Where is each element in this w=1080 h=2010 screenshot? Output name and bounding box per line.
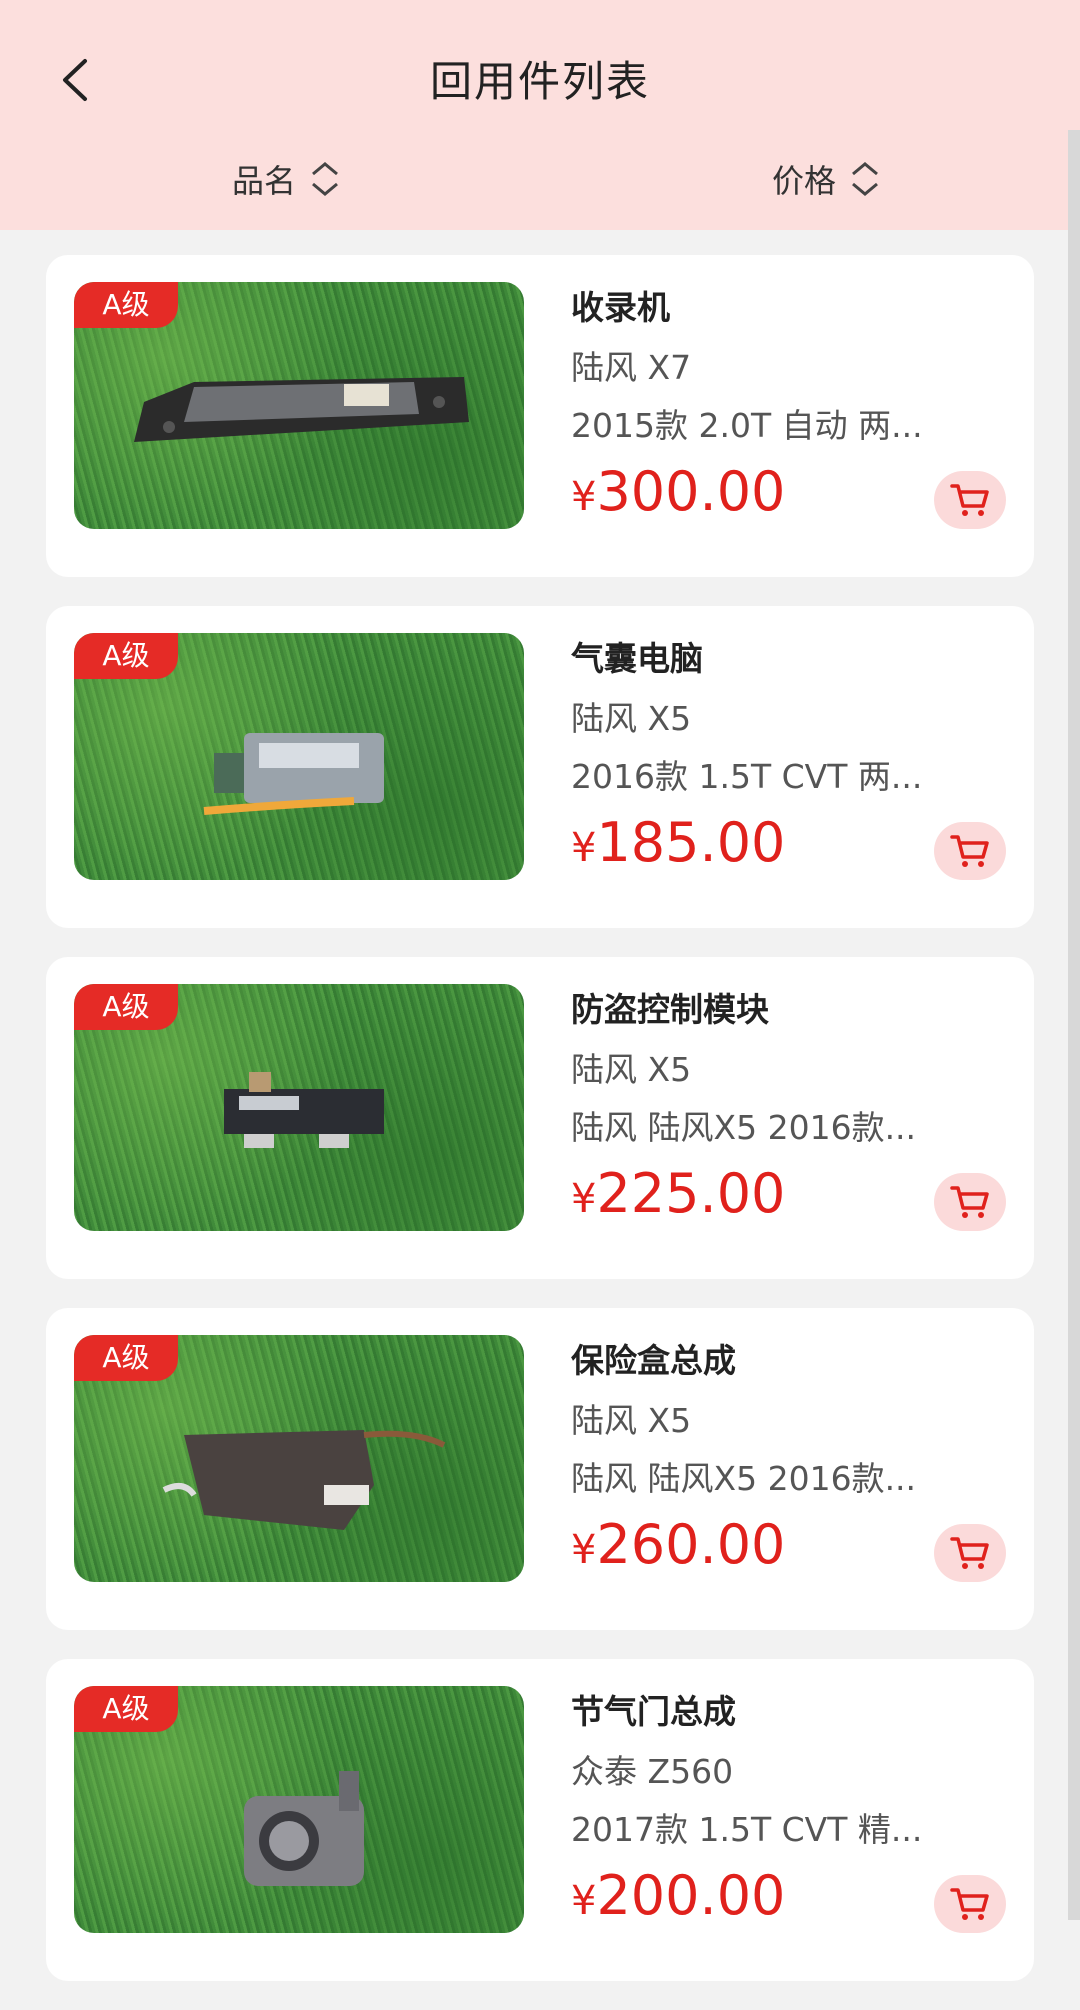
part-info: 防盗控制模块 陆风 X5 陆风 陆风X5 2016款... [571,982,1031,1156]
part-name: 保险盒总成 [571,1341,736,1380]
part-name: 防盗控制模块 [571,990,769,1029]
part-card[interactable]: A级 保险盒总成 陆风 X5 陆风 陆风X5 2016款... ¥260.00 [46,1308,1034,1630]
sort-price-label: 价格 [772,162,837,200]
part-description: 2016款 1.5T CVT 两... [571,757,923,796]
cart-icon [950,1186,989,1218]
part-info: 气囊电脑 陆风 X5 2016款 1.5T CVT 两... [571,631,1031,805]
currency-symbol: ¥ [571,1176,597,1222]
part-model: 陆风 X5 [571,699,692,738]
part-name: 收录机 [571,288,670,327]
grade-badge: A级 [74,1686,178,1732]
part-card[interactable]: A级 节气门总成 众泰 Z560 2017款 1.5T CVT 精... ¥20… [46,1659,1034,1981]
part-description: 2015款 2.0T 自动 两... [571,406,923,445]
part-info: 保险盒总成 陆风 X5 陆风 陆风X5 2016款... [571,1333,1031,1507]
part-thumbnail: A级 [74,984,524,1231]
currency-symbol: ¥ [571,825,597,871]
sort-toggle-icon [310,161,340,197]
part-list: A级 收录机 陆风 X7 2015款 2.0T 自动 两... ¥300.00 … [46,255,1034,2010]
scrollbar[interactable] [1068,130,1080,1920]
part-thumbnail: A级 [74,633,524,880]
currency-symbol: ¥ [571,474,597,520]
part-info: 收录机 陆风 X7 2015款 2.0T 自动 两... [571,280,1031,454]
part-name: 气囊电脑 [571,639,703,678]
part-thumbnail: A级 [74,282,524,529]
part-name: 节气门总成 [571,1692,736,1731]
add-to-cart-button[interactable] [934,822,1006,880]
sort-name-label: 品名 [232,162,297,200]
part-model: 陆风 X5 [571,1401,692,1440]
sort-by-price-button[interactable]: 价格 [772,156,880,202]
sort-bar: 品名 价格 [0,150,1080,230]
part-thumbnail: A级 [74,1686,524,1933]
cart-icon [950,1888,989,1920]
part-model: 陆风 X7 [571,348,692,387]
currency-symbol: ¥ [571,1527,597,1573]
price-value: 260.00 [596,1513,786,1576]
add-to-cart-button[interactable] [934,1524,1006,1582]
part-card[interactable]: A级 收录机 陆风 X7 2015款 2.0T 自动 两... ¥300.00 [46,255,1034,577]
part-description: 陆风 陆风X5 2016款... [571,1108,917,1147]
currency-symbol: ¥ [571,1878,597,1924]
part-price: ¥185.00 [571,811,785,874]
part-price: ¥260.00 [571,1513,785,1576]
grade-badge: A级 [74,1335,178,1381]
page-title: 回用件列表 [429,57,650,106]
part-thumbnail: A级 [74,1335,524,1582]
grade-badge: A级 [74,984,178,1030]
part-price: ¥300.00 [571,460,785,523]
sort-by-name-button[interactable]: 品名 [232,156,340,202]
price-value: 300.00 [596,460,786,523]
add-to-cart-button[interactable] [934,1173,1006,1231]
part-price: ¥225.00 [571,1162,785,1225]
part-model: 众泰 Z560 [571,1752,734,1791]
grade-badge: A级 [74,633,178,679]
price-value: 185.00 [596,811,786,874]
part-info: 节气门总成 众泰 Z560 2017款 1.5T CVT 精... [571,1684,1031,1858]
price-value: 225.00 [596,1162,786,1225]
part-price: ¥200.00 [571,1864,785,1927]
part-model: 陆风 X5 [571,1050,692,1089]
price-value: 200.00 [596,1864,786,1927]
sort-toggle-icon [850,161,880,197]
part-description: 2017款 1.5T CVT 精... [571,1810,923,1849]
nav-bar: 回用件列表 [0,0,1080,150]
part-card[interactable]: A级 防盗控制模块 陆风 X5 陆风 陆风X5 2016款... ¥225.00 [46,957,1034,1279]
grade-badge: A级 [74,282,178,328]
cart-icon [950,1537,989,1569]
app-header: 回用件列表 品名 价格 [0,0,1080,230]
add-to-cart-button[interactable] [934,1875,1006,1933]
cart-icon [950,484,989,516]
cart-icon [950,835,989,867]
add-to-cart-button[interactable] [934,471,1006,529]
part-description: 陆风 陆风X5 2016款... [571,1459,917,1498]
part-card[interactable]: A级 气囊电脑 陆风 X5 2016款 1.5T CVT 两... ¥185.0… [46,606,1034,928]
